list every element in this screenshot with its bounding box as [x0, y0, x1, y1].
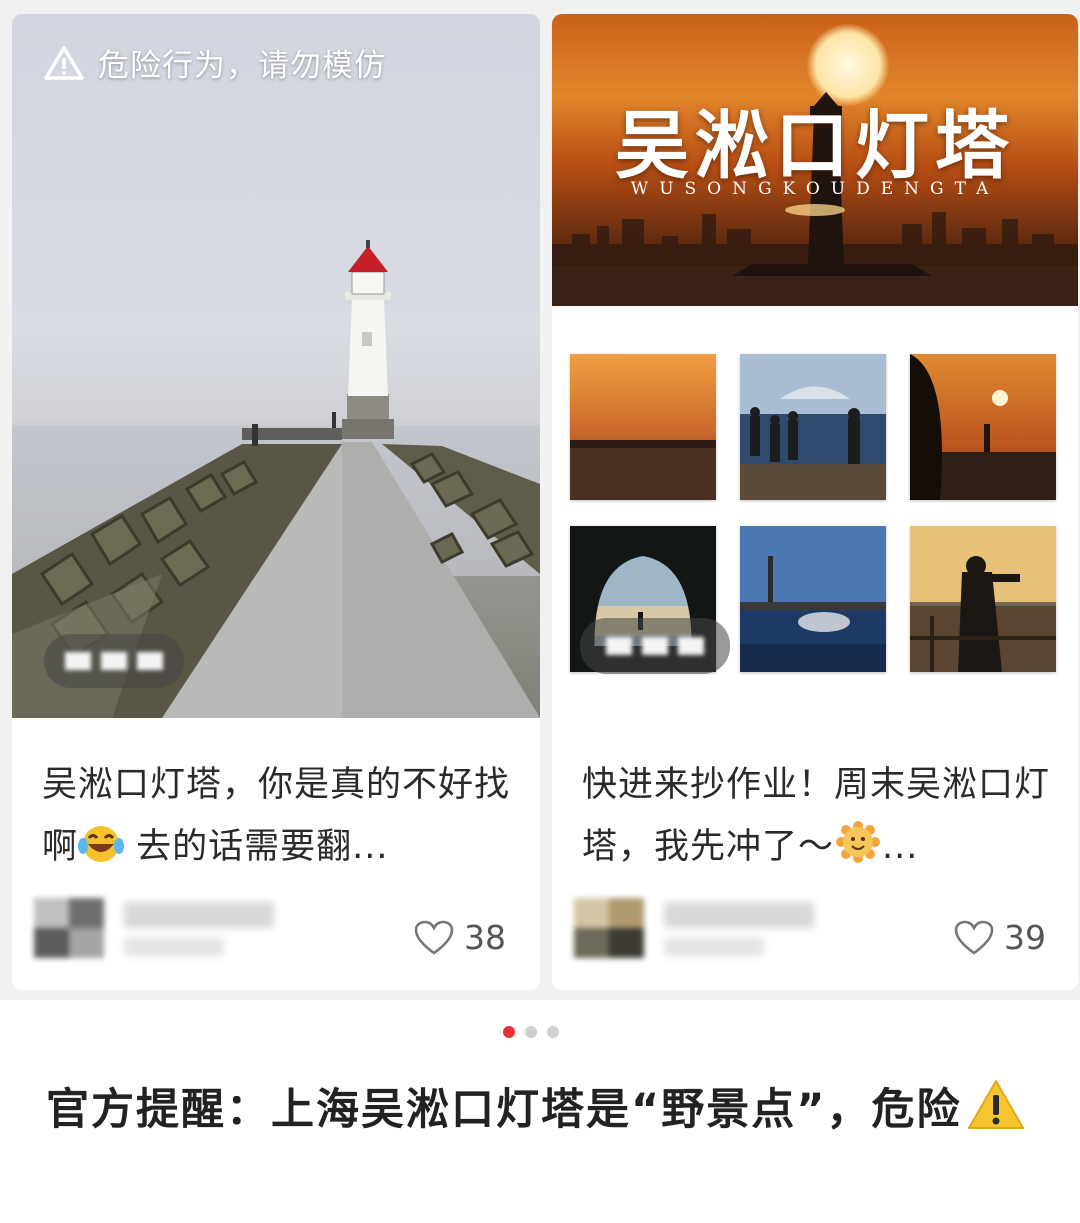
image-pager[interactable] — [503, 1026, 559, 1038]
blurred-location-badge — [44, 634, 184, 688]
author-name-blurred — [124, 902, 274, 928]
pager-dot-3[interactable] — [547, 1026, 559, 1038]
laughing-tears-emoji-icon — [78, 822, 125, 884]
heart-icon — [954, 920, 994, 955]
photo-grid — [570, 354, 1060, 674]
thumb-sunset-sea[interactable] — [570, 354, 716, 500]
lighthouse-photo[interactable]: 危险行为，请勿模仿 — [12, 14, 540, 718]
author-meta-blurred — [664, 938, 764, 956]
thumb-people-rocks[interactable] — [740, 354, 886, 500]
author-name-blurred — [664, 902, 814, 928]
pager-dot-2[interactable] — [525, 1026, 537, 1038]
poster-subtitle: WUSONGKOUDENGTA — [630, 179, 1000, 199]
note-card-right[interactable]: 吴淞口灯塔 WUSONGKOUDENGTA 快进来抄作业！周末吴淞口灯塔，我先冲… — [552, 14, 1078, 990]
thumb-blue-reflection[interactable] — [740, 526, 886, 672]
poster-image[interactable]: 吴淞口灯塔 WUSONGKOUDENGTA — [552, 14, 1078, 306]
thumb-photographer[interactable] — [910, 526, 1056, 672]
danger-warning-text: 危险行为，请勿模仿 — [98, 48, 386, 84]
article-headline: 官方提醒：上海吴淞口灯塔是“野景点”，危险 — [46, 1078, 1046, 1150]
note-title[interactable]: 快进来抄作业！周末吴淞口灯塔，我先冲了～... — [582, 754, 1062, 884]
warning-emoji-icon — [966, 1078, 1026, 1150]
avatar[interactable] — [34, 898, 104, 958]
like-button[interactable]: 38 — [414, 918, 506, 957]
warning-triangle-icon — [44, 45, 84, 80]
like-count: 39 — [1004, 918, 1046, 957]
avatar[interactable] — [574, 898, 644, 958]
blurred-location-badge — [580, 618, 730, 674]
author-info[interactable] — [34, 892, 294, 962]
pager-dot-1[interactable] — [503, 1026, 515, 1038]
note-title[interactable]: 吴淞口灯塔，你是真的不好找啊 去的话需要翻... — [42, 754, 522, 884]
pier-illustration — [12, 240, 540, 718]
author-info[interactable] — [574, 892, 834, 962]
like-count: 38 — [464, 918, 506, 957]
danger-warning-banner: 危险行为，请勿模仿 — [44, 40, 386, 85]
note-card-left[interactable]: 危险行为，请勿模仿 吴淞口灯塔，你是真的不好找啊 去的话需要翻... 38 — [12, 14, 540, 990]
like-button[interactable]: 39 — [954, 918, 1046, 957]
poster-title: 吴淞口灯塔 — [615, 103, 1015, 189]
thumb-sunset-lighthouse[interactable] — [910, 354, 1056, 500]
smiling-sun-emoji-icon — [834, 820, 882, 884]
author-meta-blurred — [124, 938, 224, 956]
heart-icon — [414, 920, 454, 955]
